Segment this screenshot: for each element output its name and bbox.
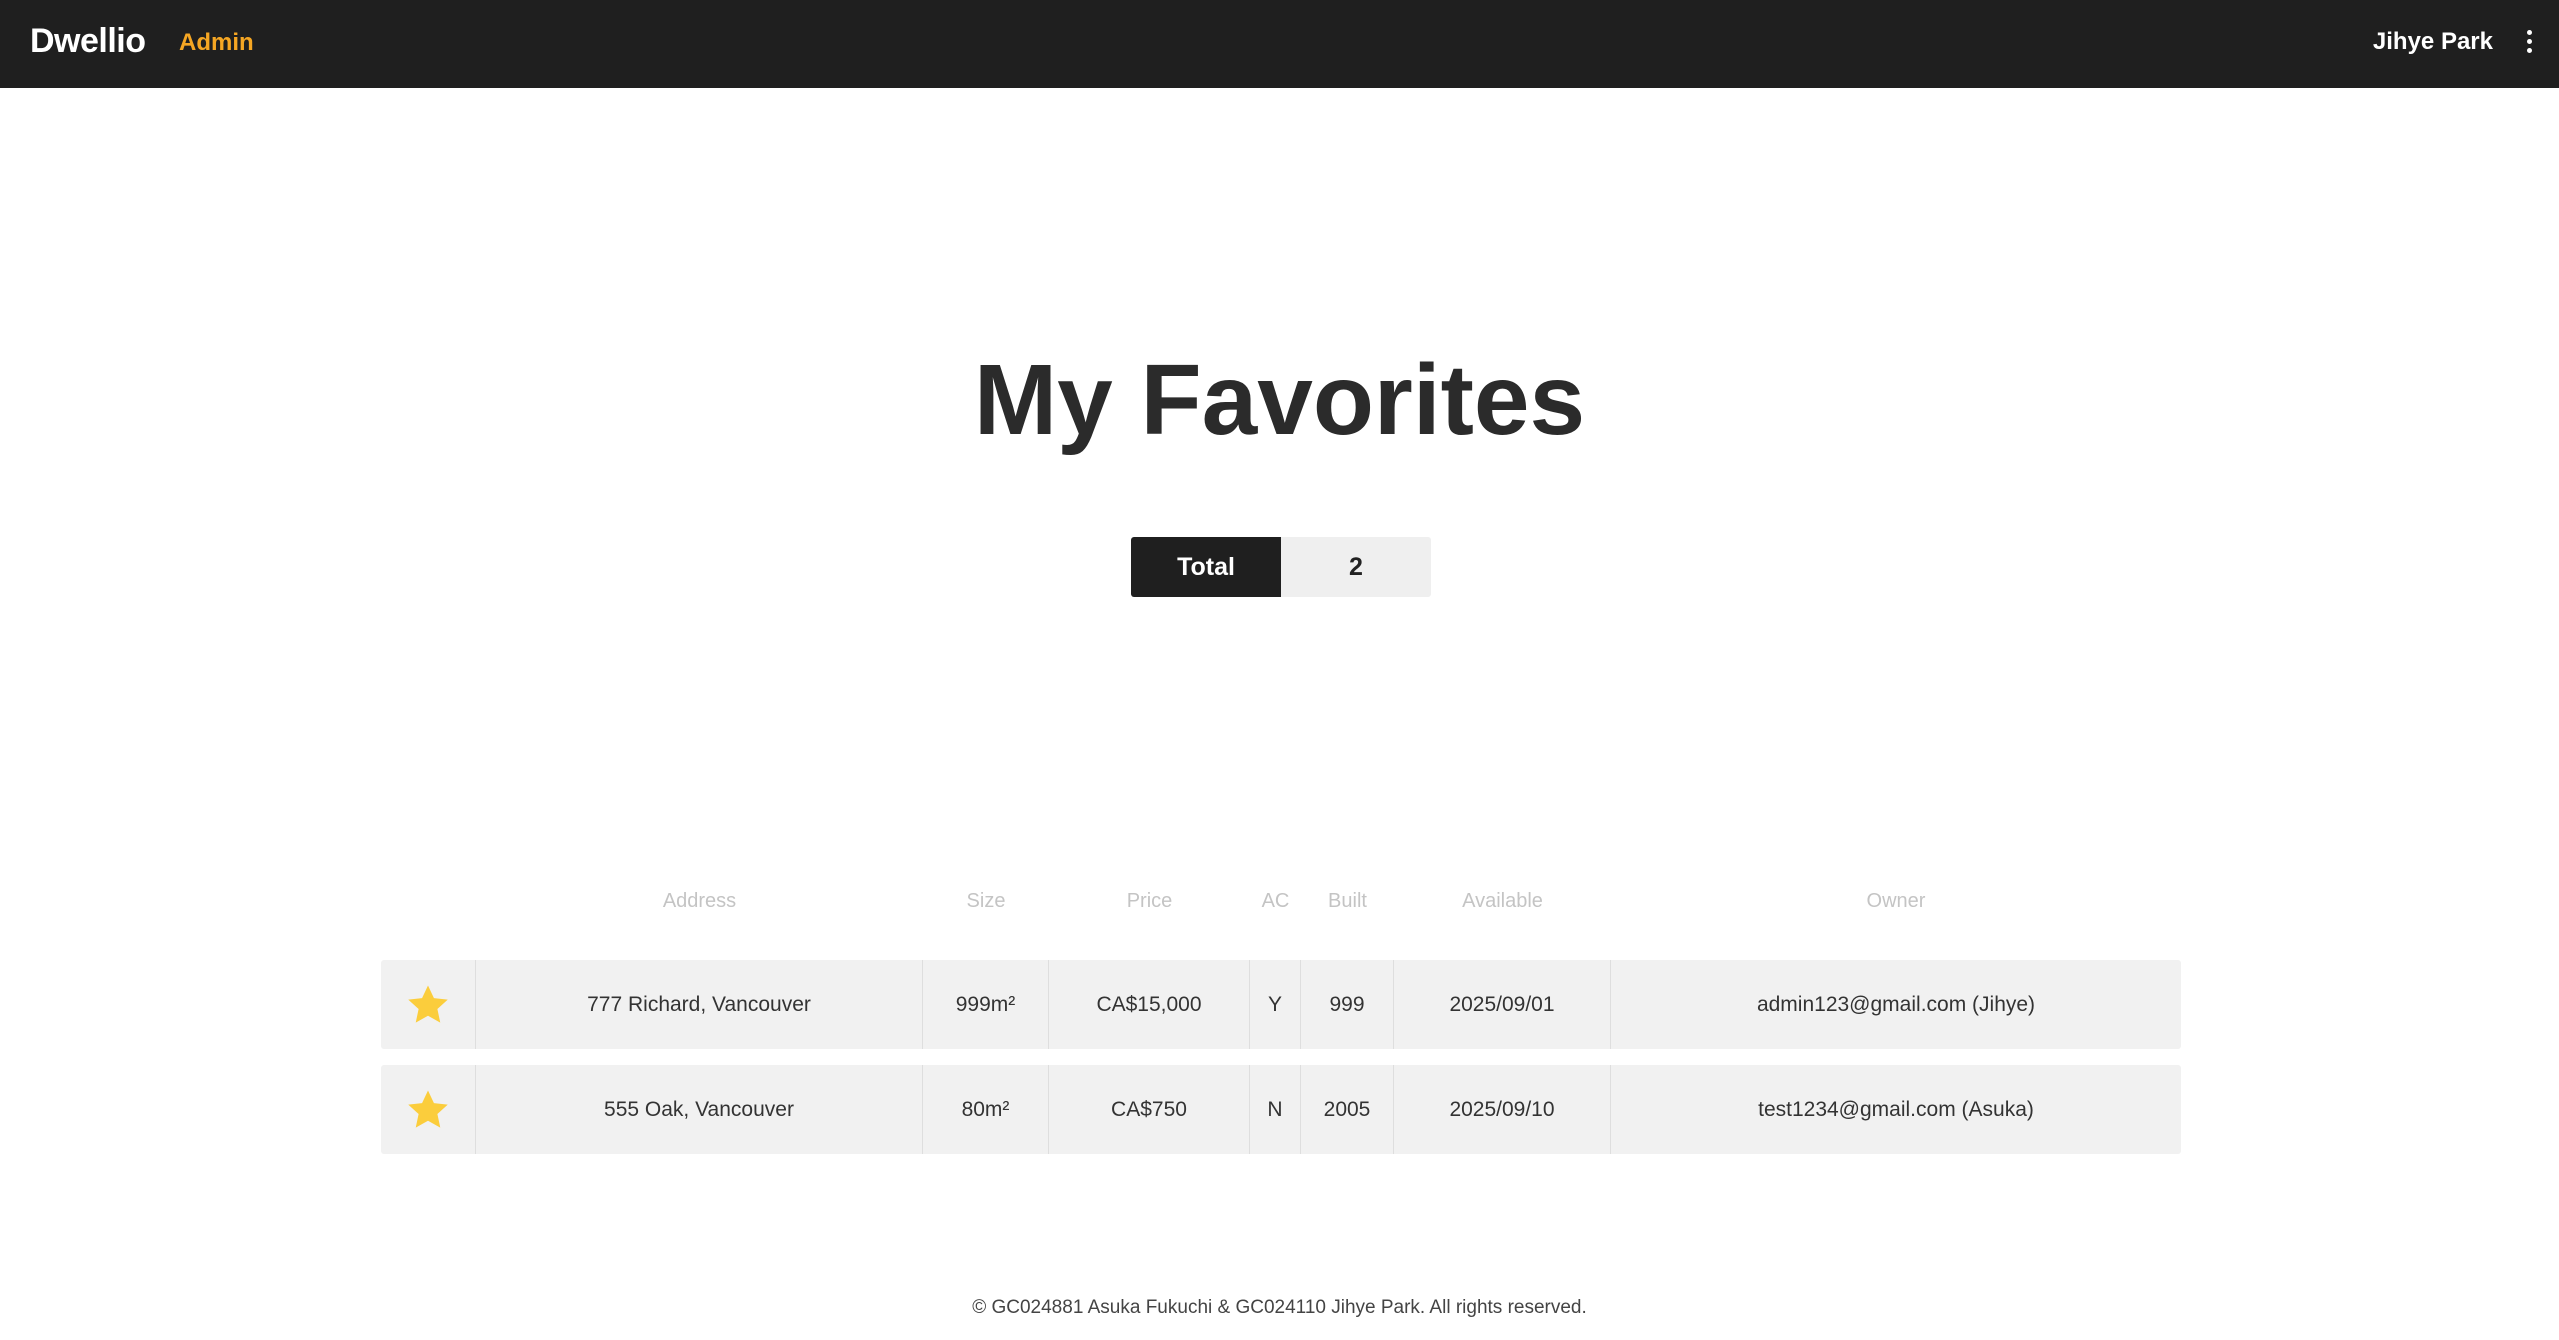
favorite-cell	[381, 960, 476, 1049]
column-header-ac: AC	[1261, 889, 1290, 912]
total-count: 2	[1281, 537, 1431, 597]
footer-copyright: © GC024881 Asuka Fukuchi & GC024110 Jihy…	[972, 1297, 1587, 1318]
built-cell: 999	[1301, 960, 1394, 1049]
favorite-cell	[381, 1065, 476, 1154]
size-cell: 80m²	[923, 1065, 1049, 1154]
table-header: Address Size Price AC Built Available Ow…	[381, 880, 2181, 922]
column-header-owner: Owner	[1866, 889, 1926, 912]
available-cell: 2025/09/10	[1394, 1065, 1611, 1154]
total-label: Total	[1131, 537, 1281, 597]
available-cell: 2025/09/01	[1394, 960, 1611, 1049]
favorites-table: Address Size Price AC Built Available Ow…	[381, 880, 2181, 1170]
owner-cell: test1234@gmail.com (Asuka)	[1758, 1097, 2034, 1121]
top-navbar: Dwellio Admin Jihye Park	[0, 0, 2559, 88]
star-icon[interactable]	[405, 1087, 451, 1133]
table-row[interactable]: 555 Oak, Vancouver 80m² CA$750 N 2005 20…	[381, 1065, 2181, 1154]
kebab-menu-icon[interactable]	[2523, 30, 2535, 58]
owner-cell: admin123@gmail.com (Jihye)	[1756, 992, 2036, 1016]
user-name[interactable]: Jihye Park	[2373, 28, 2493, 56]
admin-link[interactable]: Admin	[179, 29, 254, 57]
built-cell: 2005	[1301, 1065, 1394, 1154]
total-badge: Total 2	[1131, 537, 1431, 597]
star-icon[interactable]	[405, 982, 451, 1028]
ac-cell: N	[1250, 1065, 1301, 1154]
column-header-built: Built	[1328, 889, 1367, 912]
address-cell: 777 Richard, Vancouver	[476, 960, 923, 1049]
page-title: My Favorites	[973, 344, 1586, 456]
size-cell: 999m²	[923, 960, 1049, 1049]
column-header-size: Size	[966, 889, 1006, 912]
brand-logo[interactable]: Dwellio	[30, 22, 146, 61]
price-cell: CA$750	[1049, 1065, 1250, 1154]
column-header-price: Price	[1126, 889, 1173, 912]
table-row[interactable]: 777 Richard, Vancouver 999m² CA$15,000 Y…	[381, 960, 2181, 1049]
ac-cell: Y	[1250, 960, 1301, 1049]
address-cell: 555 Oak, Vancouver	[476, 1065, 923, 1154]
price-cell: CA$15,000	[1049, 960, 1250, 1049]
column-header-address: Address	[662, 889, 737, 912]
column-header-available: Available	[1462, 889, 1543, 912]
